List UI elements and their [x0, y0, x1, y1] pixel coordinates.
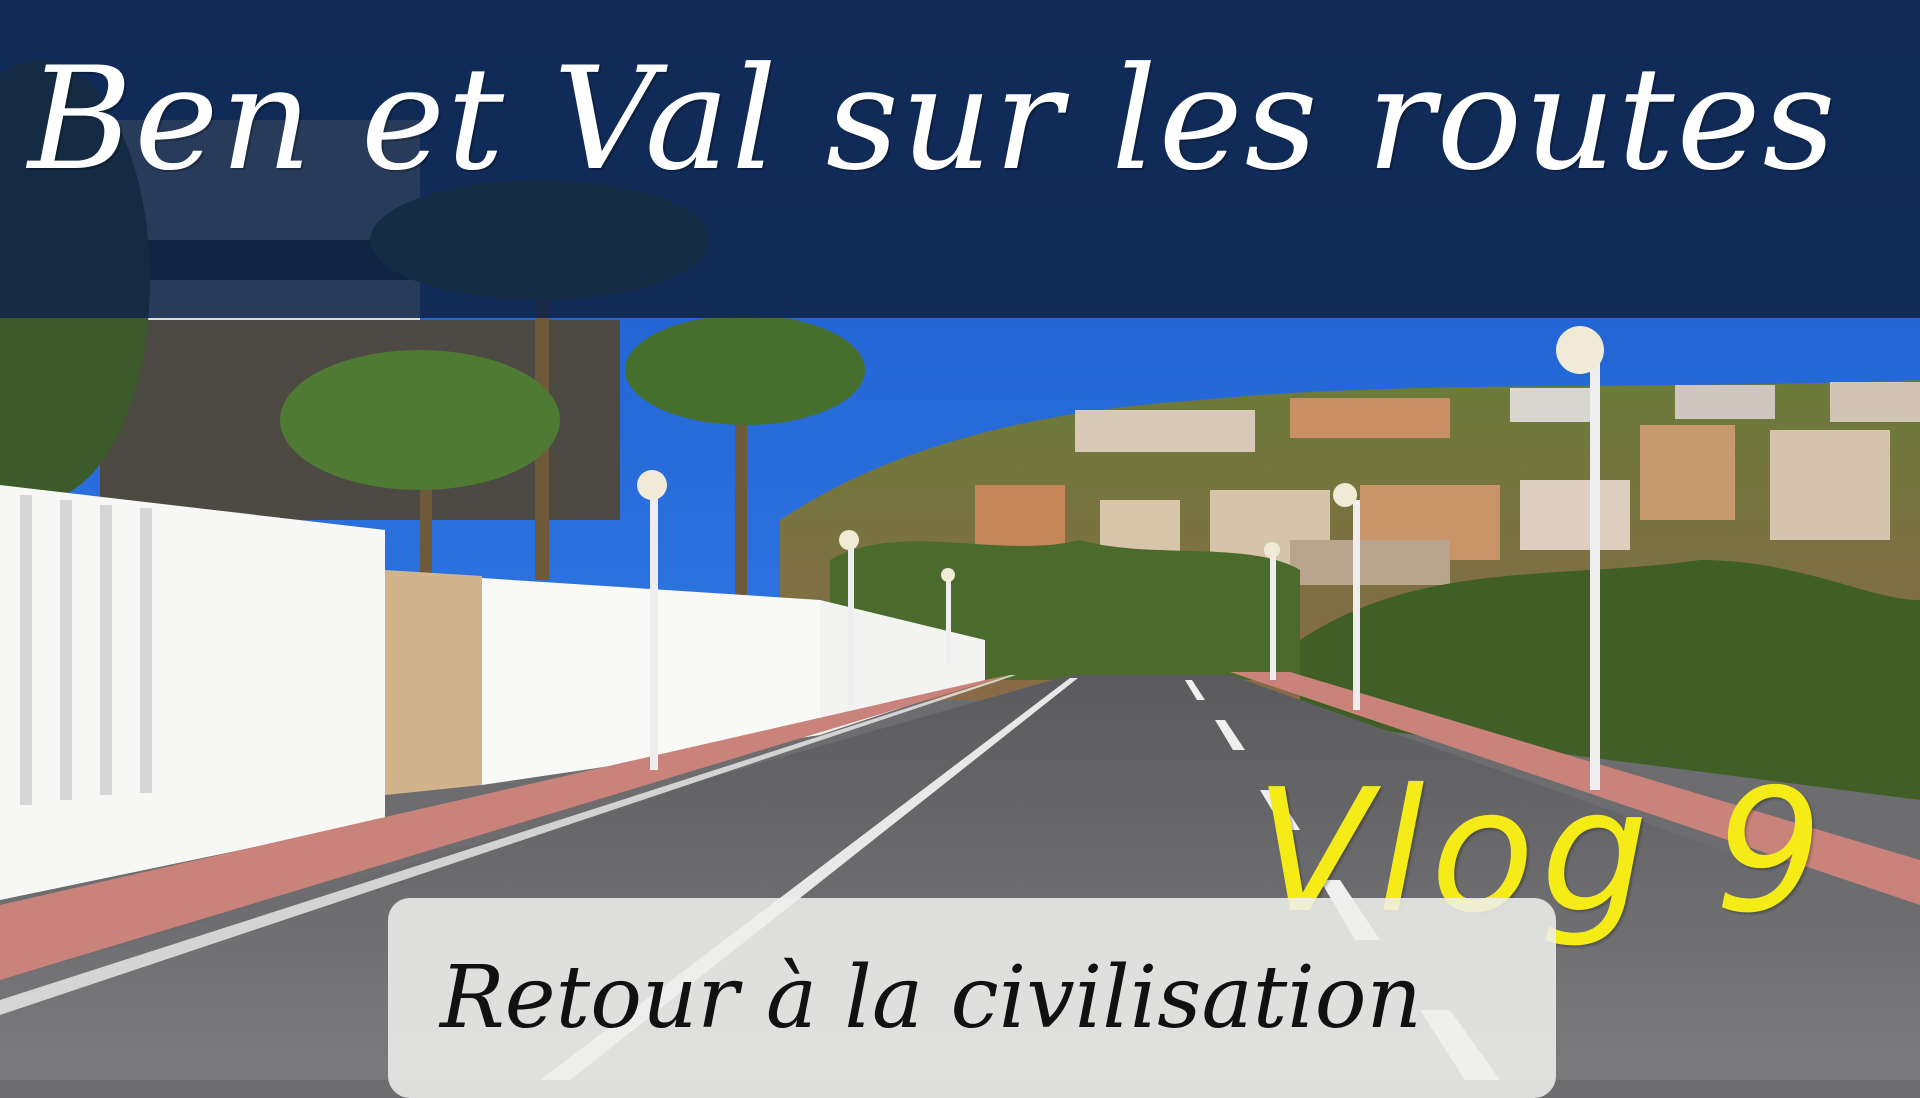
channel-title: Ben et Val sur les routes [28, 37, 1838, 202]
episode-subtitle: Retour à la civilisation [440, 948, 1422, 1048]
title-banner: Ben et Val sur les routes [0, 0, 1920, 318]
subtitle-box: Retour à la civilisation [388, 898, 1556, 1098]
